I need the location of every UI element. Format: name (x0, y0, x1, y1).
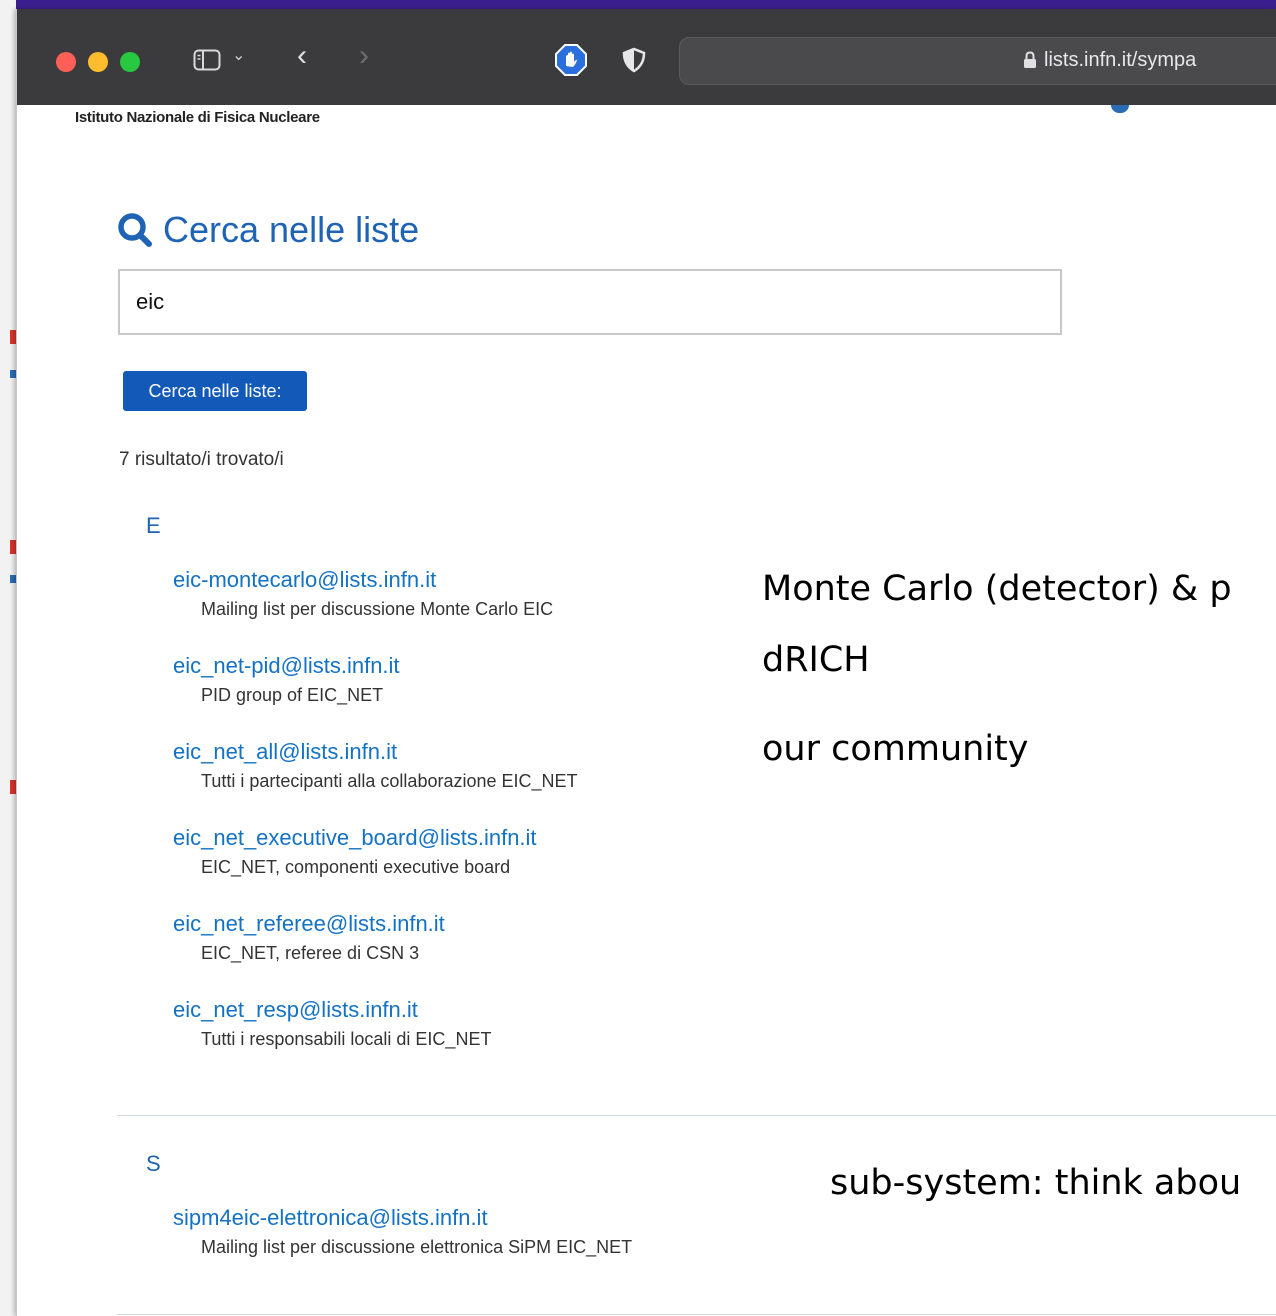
list-address-link[interactable]: sipm4eic-elettronica@lists.infn.it (173, 1205, 632, 1231)
list-item: sipm4eic-elettronica@lists.infn.it Maili… (173, 1205, 632, 1258)
search-title-row: Cerca nelle liste (117, 209, 419, 251)
result-count: 7 risultato/i trovato/i (119, 449, 284, 470)
header-logo-fragment (1111, 105, 1129, 113)
list-description: Tutti i partecipanti alla collaborazione… (201, 771, 578, 791)
list-item: eic-montecarlo@lists.infn.it Mailing lis… (173, 567, 553, 620)
list-description: EIC_NET, componenti executive board (201, 857, 511, 877)
search-icon (118, 213, 152, 247)
shield-icon[interactable] (621, 47, 647, 73)
list-item: eic_net_resp@lists.infn.it Tutti i respo… (173, 997, 491, 1050)
search-input[interactable] (118, 269, 1062, 335)
group-letter-e: E (146, 513, 161, 538)
group-divider (117, 1115, 1276, 1116)
list-description: PID group of EIC_NET (201, 685, 384, 705)
list-address-link[interactable]: eic_net_executive_board@lists.infn.it (173, 825, 537, 851)
browser-toolbar: ⌄ ‹ › lists.infn.it/sympa (17, 9, 1276, 106)
slide-top-strip (0, 0, 1276, 9)
list-address-link[interactable]: eic_net_resp@lists.infn.it (173, 997, 491, 1023)
list-description: Mailing list per discussione Monte Carlo… (201, 599, 554, 619)
list-address-link[interactable]: eic_net_referee@lists.infn.it (173, 911, 445, 937)
annotation-subsystem: sub-system: think abou (830, 1163, 1242, 1203)
forward-button[interactable]: › (359, 41, 369, 71)
list-item: eic_net-pid@lists.infn.it PID group of E… (173, 653, 400, 706)
chevron-down-icon[interactable]: ⌄ (232, 45, 245, 65)
lock-icon (1024, 51, 1036, 68)
fullscreen-window-button[interactable] (120, 52, 140, 72)
list-description: Tutti i responsabili locali di EIC_NET (201, 1029, 492, 1049)
group-divider (117, 1314, 1276, 1315)
list-item: eic_net_executive_board@lists.infn.it EI… (173, 825, 537, 878)
list-item: eic_net_referee@lists.infn.it EIC_NET, r… (173, 911, 445, 964)
list-address-link[interactable]: eic_net-pid@lists.infn.it (173, 653, 400, 679)
annotation-community: our community (762, 729, 1029, 769)
institute-name: Istituto Nazionale di Fisica Nucleare (75, 109, 320, 126)
browser-window: ⌄ ‹ › lists.infn.it/sympa Istituto Nazio… (16, 9, 1276, 1316)
slide-background-edge (0, 0, 16, 1316)
list-description: EIC_NET, referee di CSN 3 (201, 943, 420, 963)
list-description: Mailing list per discussione elettronica… (201, 1237, 633, 1257)
list-address-link[interactable]: eic-montecarlo@lists.infn.it (173, 567, 553, 593)
sidebar-toggle-icon[interactable] (193, 49, 221, 71)
annotation-drich: dRICH (762, 640, 870, 680)
adblock-extension-icon[interactable] (555, 44, 587, 76)
back-button[interactable]: ‹ (297, 41, 307, 71)
annotation-montecarlo: Monte Carlo (detector) & p (762, 569, 1232, 609)
minimize-window-button[interactable] (88, 52, 108, 72)
list-item: eic_net_all@lists.infn.it Tutti i partec… (173, 739, 578, 792)
page-content: Istituto Nazionale di Fisica Nucleare Ce… (17, 105, 1276, 1316)
page-title: Cerca nelle liste (163, 209, 420, 250)
address-url: lists.infn.it/sympa (1044, 49, 1197, 71)
search-button[interactable]: Cerca nelle liste: (123, 371, 307, 411)
address-bar[interactable]: lists.infn.it/sympa (679, 37, 1276, 85)
close-window-button[interactable] (56, 52, 76, 72)
list-address-link[interactable]: eic_net_all@lists.infn.it (173, 739, 578, 765)
group-letter-s: S (146, 1151, 161, 1176)
